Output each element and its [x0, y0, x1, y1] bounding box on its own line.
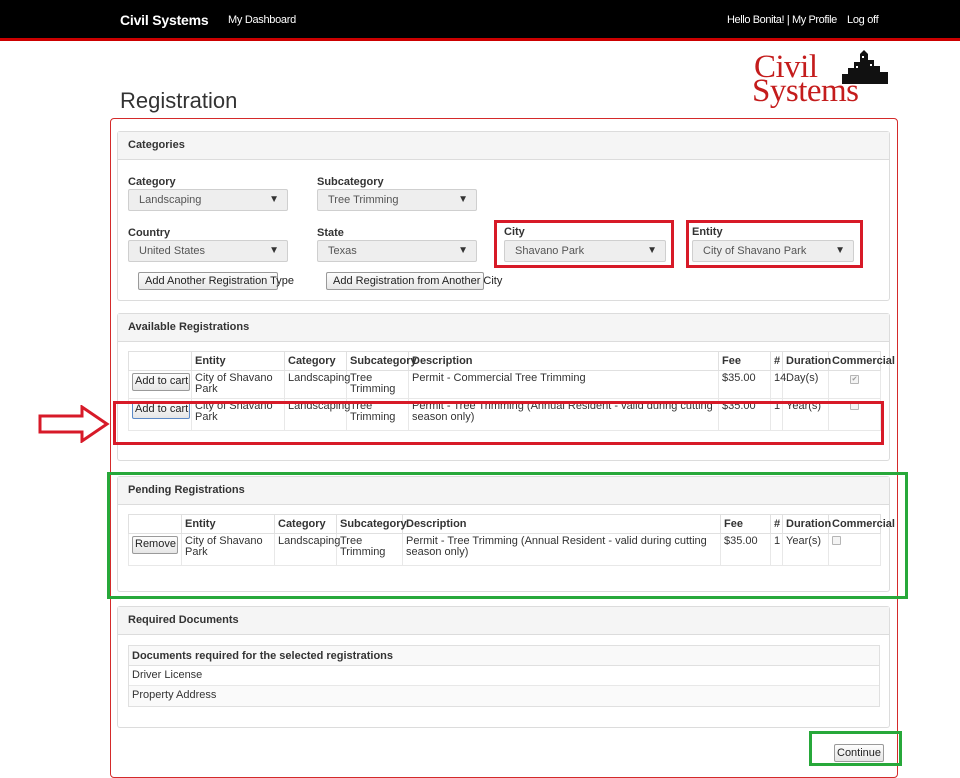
caret-down-icon: ▼	[835, 245, 845, 256]
list-item: Property Address	[129, 686, 879, 706]
cell-entity: City of Shavano Park	[191, 370, 285, 399]
column-header: Fee	[718, 351, 771, 371]
table-header-row: Entity Category Subcategory Description …	[128, 351, 895, 371]
column-header: Duration	[782, 351, 831, 371]
navbar-accent-line	[0, 38, 960, 41]
cell-subcategory: Tree Trimming	[346, 370, 409, 399]
caret-down-icon: ▼	[647, 245, 657, 256]
documents-table-header: Documents required for the selected regi…	[129, 646, 879, 666]
state-select[interactable]: Texas ▼	[317, 240, 477, 262]
required-documents-heading: Required Documents	[118, 607, 889, 635]
available-registrations-heading: Available Registrations	[118, 314, 889, 342]
continue-button[interactable]: Continue	[834, 744, 884, 762]
city-label: City	[504, 226, 525, 238]
caret-down-icon: ▼	[458, 245, 468, 256]
subcategory-select-value: Tree Trimming	[328, 194, 399, 206]
category-select-value: Landscaping	[139, 194, 202, 206]
column-header: Entity	[191, 351, 285, 371]
list-item: Driver License	[129, 666, 879, 686]
country-select-value: United States	[139, 245, 206, 257]
category-label: Category	[128, 176, 176, 188]
column-header: #	[770, 351, 783, 371]
city-select[interactable]: Shavano Park ▼	[504, 240, 666, 262]
column-header: Category	[284, 351, 347, 371]
cell-count: 14	[770, 370, 786, 399]
add-to-cart-button[interactable]: Add to cart	[132, 373, 190, 391]
category-select[interactable]: Landscaping ▼	[128, 189, 288, 211]
caret-down-icon: ▼	[269, 194, 279, 205]
log-off-link[interactable]: Log off	[847, 14, 879, 26]
cell-fee: $35.00	[718, 370, 771, 399]
page-title: Registration	[120, 88, 238, 113]
required-documents-table: Documents required for the selected regi…	[128, 645, 880, 707]
column-header: Subcategory	[346, 351, 417, 371]
table-row: Add to cart City of Shavano Park Landsca…	[128, 370, 881, 399]
add-registration-other-city-button[interactable]: Add Registration from Another City	[326, 272, 502, 290]
entity-select-value: City of Shavano Park	[703, 245, 807, 257]
arrow-right-icon	[38, 405, 110, 443]
entity-label: Entity	[692, 226, 723, 238]
categories-heading: Categories	[118, 132, 889, 160]
brand-link[interactable]: Civil Systems	[120, 12, 209, 28]
subcategory-label: Subcategory	[317, 176, 384, 188]
selected-row-highlight-box	[113, 401, 884, 445]
country-label: Country	[128, 227, 171, 239]
country-select[interactable]: United States ▼	[128, 240, 288, 262]
entity-select[interactable]: City of Shavano Park ▼	[692, 240, 854, 262]
cell-duration: Day(s)	[782, 370, 829, 399]
cell-category: Landscaping	[284, 370, 350, 399]
column-header: Commercial	[828, 351, 895, 371]
city-select-value: Shavano Park	[515, 245, 585, 257]
caret-down-icon: ▼	[269, 245, 279, 256]
caret-down-icon: ▼	[458, 194, 468, 205]
my-dashboard-link[interactable]: My Dashboard	[228, 14, 296, 26]
subcategory-select[interactable]: Tree Trimming ▼	[317, 189, 477, 211]
column-header: Description	[408, 351, 719, 371]
city-skyline-icon	[842, 50, 888, 84]
cell-description: Permit - Commercial Tree Trimming	[408, 370, 719, 399]
state-select-value: Texas	[328, 245, 357, 257]
column-header-action	[128, 351, 192, 371]
civil-systems-logo: Civil Systems	[752, 48, 892, 108]
commercial-checkbox-checked[interactable]: ✔	[850, 375, 859, 384]
add-registration-type-button[interactable]: Add Another Registration Type	[138, 272, 294, 290]
pending-highlight-box	[107, 472, 908, 599]
state-label: State	[317, 227, 344, 239]
profile-link[interactable]: Hello Bonita! | My Profile	[727, 14, 837, 26]
